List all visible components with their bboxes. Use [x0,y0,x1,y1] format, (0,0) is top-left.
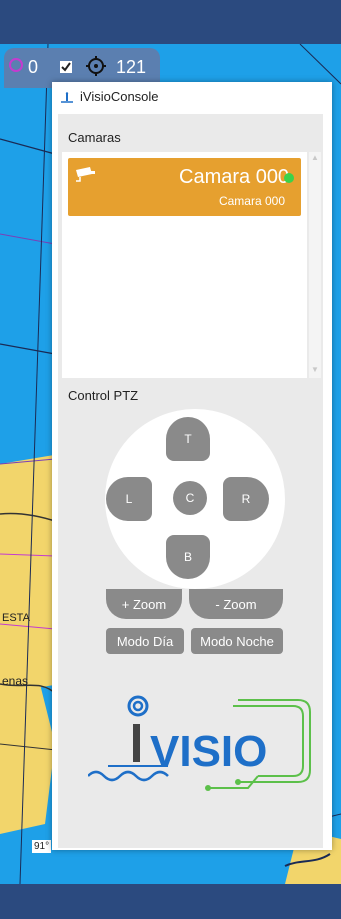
window-titlebar[interactable]: iVisioConsole [52,82,332,112]
camera-list-scrollbar[interactable]: ▲ ▼ [309,152,321,378]
ptz-tilt-up-button[interactable]: T [166,417,210,461]
map-label-a: ESTA [2,612,30,624]
bottom-bar [0,884,341,919]
cameras-label: Camaras [68,130,121,145]
ptz-tilt-down-button[interactable]: B [166,535,210,579]
ptz-center-button[interactable]: C [173,481,207,515]
map-label-c: 91° [32,840,52,853]
ivisio-console-window: iVisioConsole Camaras Camara 000 Camara … [52,82,332,850]
ivisio-logo: VISIO [87,684,318,814]
count-a: 0 [28,57,39,77]
scroll-up-icon[interactable]: ▲ [311,154,319,162]
top-bar [0,0,341,44]
target-icon[interactable] [86,56,106,80]
app-icon [60,91,74,103]
scroll-down-icon[interactable]: ▼ [311,366,319,374]
camera-subtitle: Camara 000 [218,194,285,208]
window-title: iVisioConsole [80,89,159,104]
camera-item[interactable]: Camara 000 Camara 000 [68,158,301,216]
layers-icon[interactable] [8,57,24,77]
count-b: 121 [116,57,147,77]
camera-name: Camara 000 [179,166,289,188]
night-mode-button[interactable]: Modo Noche [191,628,283,654]
zoom-in-button[interactable]: + Zoom [106,589,182,619]
ptz-right-button[interactable]: R [223,477,269,521]
security-camera-icon [74,166,96,182]
logo-text: VISIO [150,727,267,776]
camera-list: Camara 000 Camara 000 [62,152,307,378]
camera-status-dot [284,173,294,183]
ptz-label: Control PTZ [68,388,139,403]
console-panel: Camaras Camara 000 Camara 000 ▲ ▼ Contro… [58,114,323,848]
zoom-out-button[interactable]: - Zoom [189,589,283,619]
ptz-left-button[interactable]: L [106,477,152,521]
day-mode-button[interactable]: Modo Día [106,628,184,654]
map-label-b: enas [2,674,29,688]
checkbox-icon[interactable] [59,58,73,78]
